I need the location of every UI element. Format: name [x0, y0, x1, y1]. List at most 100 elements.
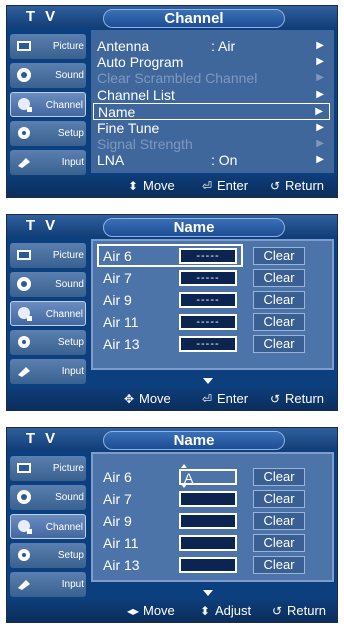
sidebar-item-picture[interactable]: Picture [10, 34, 86, 59]
sidebar-item-label: Channel [45, 100, 83, 111]
sidebar-item-label: Picture [52, 41, 84, 52]
name-field[interactable]: ----- [179, 292, 237, 308]
up-down-icon: ⬍ [199, 604, 211, 618]
name-field[interactable]: A [179, 469, 237, 485]
sidebar-item-setup[interactable]: Setup [10, 330, 86, 355]
name-edit-screen: T V Name Picture Sound Channel Setup Inp… [6, 427, 338, 623]
enter-icon: ⏎ [201, 392, 213, 406]
char-up-icon[interactable] [181, 464, 187, 468]
sidebar-item-picture[interactable]: Picture [10, 243, 86, 268]
channel-label: Air 11 [103, 535, 139, 551]
menu-item-label: Antenna [97, 38, 150, 54]
screen-header: T V Name [7, 428, 337, 450]
name-field[interactable]: ----- [179, 248, 237, 264]
clear-button[interactable]: Clear [253, 313, 305, 331]
arrow-right-icon: ▶ [316, 72, 324, 83]
sidebar-item-label: Input [61, 157, 84, 168]
menu-item-label: Auto Program [97, 54, 184, 70]
name-field[interactable] [179, 557, 237, 573]
footer-return: ↺ Return [267, 388, 324, 410]
sidebar-item-channel[interactable]: Channel [10, 514, 86, 539]
menu-item-channel-list[interactable]: Channel List ▶ [97, 87, 330, 103]
clear-button[interactable]: Clear [253, 534, 305, 552]
list-item[interactable]: Air 11 ----- Clear [93, 311, 332, 333]
clear-button[interactable]: Clear [253, 269, 305, 287]
channel-icon [18, 98, 32, 112]
clear-button[interactable]: Clear [253, 291, 305, 309]
name-field[interactable]: ----- [179, 270, 237, 286]
clear-button[interactable]: Clear [253, 490, 305, 508]
tv-label: T V [25, 8, 59, 25]
list-item[interactable]: Air 13 ----- Clear [93, 333, 332, 355]
sidebar-item-input[interactable]: Input [10, 359, 86, 384]
channel-label: Air 6 [103, 469, 132, 485]
arrow-right-icon: ▶ [316, 122, 324, 133]
sidebar-item-setup[interactable]: Setup [10, 121, 86, 146]
name-field[interactable]: ----- [179, 336, 237, 352]
name-field[interactable] [179, 491, 237, 507]
arrow-right-icon: ▶ [316, 138, 324, 149]
arrow-right-icon: ▶ [315, 106, 323, 117]
scroll-down-icon[interactable] [203, 378, 213, 384]
sidebar-item-label: Channel [45, 522, 83, 533]
list-item[interactable]: Air 9 Clear [93, 510, 332, 532]
clear-button[interactable]: Clear [253, 556, 305, 574]
channel-label: Air 13 [103, 557, 140, 573]
list-item[interactable]: Air 7 Clear [93, 488, 332, 510]
sound-icon [17, 490, 31, 504]
footer-bar: ✥ Move ⏎ Enter ↺ Return [7, 388, 337, 410]
left-right-icon: ◂▸ [126, 604, 140, 618]
list-item[interactable]: Air 9 ----- Clear [93, 289, 332, 311]
sidebar-item-sound[interactable]: Sound [10, 63, 86, 88]
clear-button[interactable]: Clear [253, 247, 305, 265]
menu-item-lna[interactable]: LNA : On ▶ [97, 152, 330, 168]
sidebar-item-setup[interactable]: Setup [10, 543, 86, 568]
menu-item-fine-tune[interactable]: Fine Tune ▶ [97, 120, 330, 136]
up-down-icon: ⬍ [127, 179, 139, 193]
menu-item-auto-program[interactable]: Auto Program ▶ [97, 54, 330, 70]
picture-icon [17, 463, 31, 473]
sidebar-item-label: Sound [55, 279, 84, 290]
sidebar-item-picture[interactable]: Picture [10, 456, 86, 481]
list-item[interactable]: Air 13 Clear [93, 554, 332, 576]
sidebar-item-input[interactable]: Input [10, 150, 86, 175]
scroll-down-icon[interactable] [203, 590, 213, 596]
sidebar-item-channel[interactable]: Channel [10, 92, 86, 117]
clear-button[interactable]: Clear [253, 335, 305, 353]
picture-icon [17, 250, 31, 260]
menu-item-label: Fine Tune [97, 120, 160, 136]
list-item[interactable]: Air 7 ----- Clear [93, 267, 332, 289]
name-field[interactable] [179, 513, 237, 529]
sidebar-item-channel[interactable]: Channel [10, 301, 86, 326]
sidebar-item-label: Picture [52, 463, 84, 474]
list-item[interactable]: Air 11 Clear [93, 532, 332, 554]
channel-label: Air 9 [103, 292, 132, 308]
four-way-arrow-icon: ✥ [123, 392, 135, 406]
name-field[interactable] [179, 535, 237, 551]
name-field[interactable]: ----- [179, 314, 237, 330]
sidebar: Picture Sound Channel Setup Input [7, 237, 87, 388]
clear-button[interactable]: Clear [253, 468, 305, 486]
sidebar-item-label: Setup [57, 128, 84, 139]
menu-title: Name [103, 431, 285, 450]
sidebar-item-label: Sound [55, 70, 84, 81]
menu-item-signal-strength: Signal Strength ▶ [97, 136, 330, 152]
channel-label: Air 7 [103, 491, 132, 507]
input-icon [18, 367, 30, 377]
sidebar-item-label: Input [61, 366, 84, 377]
setup-icon [18, 549, 30, 561]
sidebar-item-sound[interactable]: Sound [10, 272, 86, 297]
menu-title: Name [103, 218, 285, 237]
menu-item-name[interactable]: Name ▶ [93, 103, 330, 120]
menu-item-antenna[interactable]: Antenna : Air ▶ [97, 38, 330, 54]
list-item[interactable]: Air 6 A Clear [93, 466, 332, 488]
footer-adjust: ⬍ Adjust [197, 600, 251, 622]
return-icon: ↺ [269, 179, 281, 193]
sidebar-item-input[interactable]: Input [10, 572, 86, 597]
sidebar-item-label: Channel [45, 309, 83, 320]
sidebar-item-sound[interactable]: Sound [10, 485, 86, 510]
arrow-right-icon: ▶ [316, 40, 324, 51]
arrow-right-icon: ▶ [316, 56, 324, 67]
list-item[interactable]: Air 6 ----- Clear [93, 245, 332, 267]
clear-button[interactable]: Clear [253, 512, 305, 530]
